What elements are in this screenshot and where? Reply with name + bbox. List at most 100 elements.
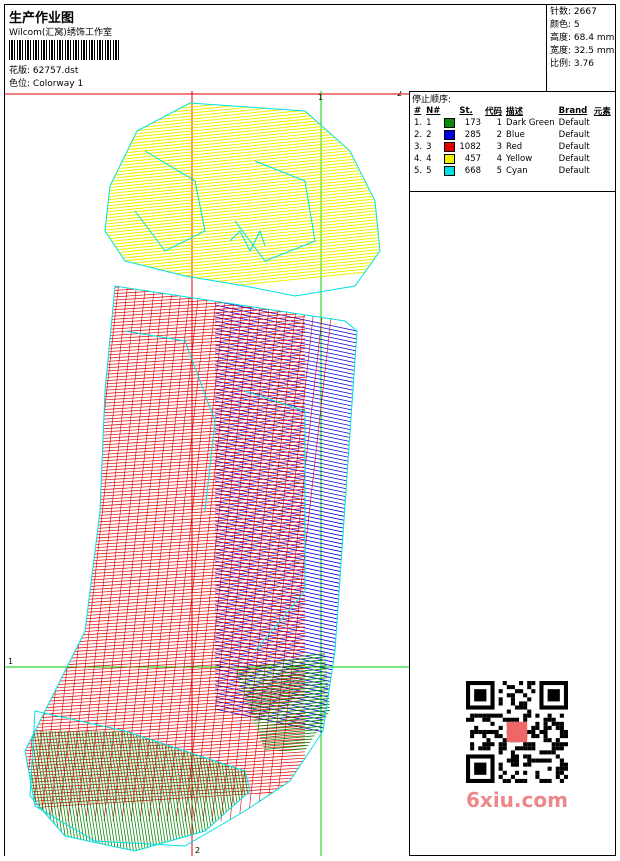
info-height: 高度: 68.4 mm [550, 32, 615, 45]
row-description: Dark Green [506, 118, 555, 128]
row-element [592, 165, 613, 177]
stitch-layer [24, 102, 381, 852]
row-code: 3 [496, 142, 503, 152]
color-swatch [444, 129, 456, 140]
info-value: 68.4 mm [573, 33, 615, 43]
info-scale: 比例: 3.76 [550, 58, 615, 71]
header-left: 生产作业图 Wilcom(汇窝)绣饰工作室 花版: 62757.dst 色位: … [5, 5, 545, 91]
thread-row[interactable]: 2. 2 285 2 Blue Default [412, 129, 613, 141]
guide-label-bottom: 2 [195, 846, 200, 855]
col-brand: Brand [558, 106, 588, 116]
embroidery-preview: 2 2 1 1 [5, 91, 409, 856]
thread-row[interactable]: 5. 5 668 5 Cyan Default [412, 165, 613, 177]
colorway-value: Colorway 1 [32, 79, 84, 89]
info-label: 宽度: [550, 46, 572, 56]
color-swatch [444, 117, 456, 128]
design-value: 62757.dst [32, 66, 79, 76]
row-brand: Default [558, 154, 590, 164]
guide-label-left: 1 [8, 657, 13, 666]
watermark-logo: 6xiu.com [466, 788, 568, 812]
row-brand: Default [558, 142, 590, 152]
row-needle: 4 [426, 154, 432, 164]
col-index: # [414, 106, 422, 116]
design-file: 花版: 62757.dst [9, 63, 78, 76]
yellow-fill-group [105, 103, 380, 296]
info-colors: 颜色: 5 [550, 19, 615, 32]
info-width: 宽度: 32.5 mm [550, 45, 615, 58]
row-code: 4 [496, 154, 503, 164]
row-stitches: 1082 [459, 142, 482, 152]
row-code: 1 [496, 118, 503, 128]
info-value: 3.76 [573, 59, 594, 69]
info-label: 针数: [550, 7, 572, 17]
row-stitches: 285 [464, 130, 482, 140]
row-needle: 1 [426, 118, 432, 128]
thread-row[interactable]: 3. 3 1082 3 Red Default [412, 141, 613, 153]
row-brand: Default [558, 166, 590, 176]
row-index: 1. [414, 118, 423, 128]
row-swatch [442, 153, 457, 165]
row-needle: 3 [426, 142, 432, 152]
row-description: Red [506, 142, 523, 152]
design-info: 针数: 2667 颜色: 5 高度: 68.4 mm 宽度: 32.5 mm 比… [546, 5, 615, 91]
stop-sequence-title: 停止顺序: [412, 95, 452, 105]
row-element [592, 117, 613, 129]
row-description: Yellow [506, 154, 533, 164]
info-label: 颜色: [550, 20, 572, 30]
row-description: Cyan [506, 166, 528, 176]
info-stitches: 针数: 2667 [550, 6, 615, 19]
thread-table-header: # N# St. 代码 描述 Brand 元素 [412, 105, 613, 117]
row-swatch [442, 141, 457, 153]
studio-name: Wilcom(汇窝)绣饰工作室 [9, 28, 112, 38]
col-swatch [442, 105, 457, 117]
row-stitches: 457 [464, 154, 482, 164]
info-value: 2667 [573, 7, 597, 17]
row-stitches: 668 [464, 166, 482, 176]
design-label: 花版: [9, 66, 31, 76]
design-canvas[interactable]: 2 2 1 1 [5, 91, 410, 856]
color-swatch [444, 141, 456, 152]
thread-row[interactable]: 4. 4 457 4 Yellow Default [412, 153, 613, 165]
thread-row[interactable]: 1. 1 173 1 Dark Green Default [412, 117, 613, 129]
row-description: Blue [506, 130, 525, 140]
info-value: 5 [573, 20, 580, 30]
qr-code-icon [466, 681, 568, 783]
color-swatch [444, 165, 456, 176]
info-label: 高度: [550, 33, 572, 43]
info-value: 32.5 mm [573, 46, 615, 56]
row-code: 2 [496, 130, 503, 140]
row-swatch [442, 165, 457, 177]
red-fill-group [25, 286, 336, 822]
row-stitches: 173 [464, 118, 482, 128]
guide-label-right: 1 [318, 93, 323, 102]
thread-panel: 停止顺序: # N# St. 代码 描述 Brand 元素 1. 1 173 1… [410, 91, 615, 192]
col-code: 代码 [485, 107, 503, 117]
row-code: 5 [496, 166, 503, 176]
green-fill-group [30, 730, 250, 851]
row-brand: Default [558, 118, 590, 128]
col-element: 元素 [593, 107, 611, 117]
row-index: 5. [414, 166, 423, 176]
header: 生产作业图 Wilcom(汇窝)绣饰工作室 花版: 62757.dst 色位: … [5, 5, 615, 92]
row-index: 3. [414, 142, 423, 152]
yellow-stitches [105, 103, 380, 296]
row-swatch [442, 129, 457, 141]
row-index: 2. [414, 130, 423, 140]
colorway-label: 色位: [9, 79, 31, 89]
row-element [592, 141, 613, 153]
thread-table: # N# St. 代码 描述 Brand 元素 1. 1 173 1 Dark … [412, 105, 613, 177]
guide-label-top: 2 [397, 91, 402, 98]
row-index: 4. [414, 154, 423, 164]
row-brand: Default [558, 130, 590, 140]
row-element [592, 129, 613, 141]
row-needle: 5 [426, 166, 432, 176]
col-needle: N# [426, 106, 441, 116]
page-title: 生产作业图 [9, 11, 75, 26]
green-stitches [30, 730, 250, 851]
info-label: 比例: [550, 59, 572, 69]
col-stitches: St. [459, 106, 473, 116]
colorway: 色位: Colorway 1 [9, 76, 83, 89]
col-description: 描述 [506, 107, 524, 117]
barcode [9, 40, 121, 60]
color-swatch [444, 153, 456, 164]
